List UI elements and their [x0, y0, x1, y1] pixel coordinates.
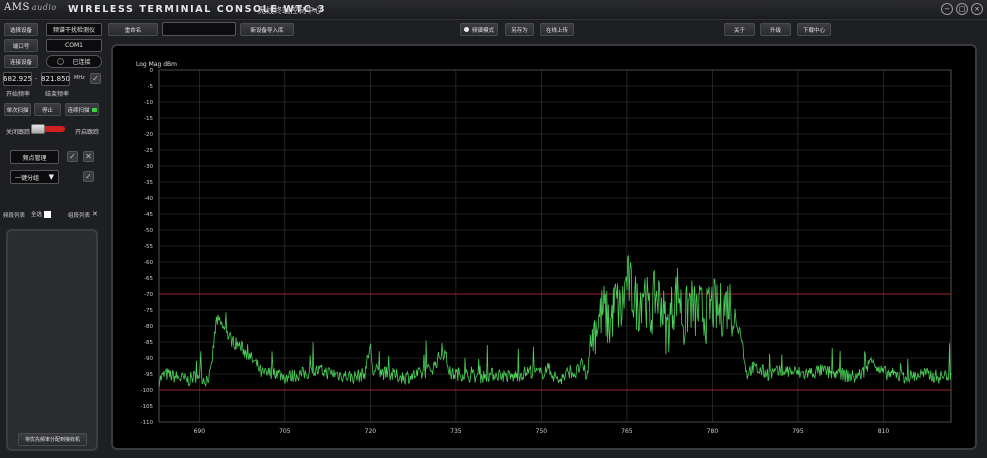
logo-text: AMS — [4, 2, 30, 13]
frequency-unit: MHz — [74, 75, 85, 81]
checkbox-icon[interactable] — [44, 211, 52, 218]
y-tick-label: -10 — [144, 100, 153, 106]
select-all-label: 全选 — [31, 212, 43, 218]
apply-frequency-check-icon[interactable]: ✓ — [90, 73, 101, 84]
x-tick-label: 735 — [450, 428, 462, 435]
frequency-list-label: 频段列表 — [3, 213, 26, 219]
x-tick-label: 795 — [792, 428, 804, 435]
start-frequency-input[interactable]: 682.925 — [3, 72, 32, 86]
y-tick-label: -70 — [144, 292, 153, 298]
y-tick-label: -85 — [144, 340, 153, 346]
y-tick-label: -15 — [144, 116, 153, 122]
y-tick-label: -105 — [141, 404, 154, 410]
x-tick-label: 750 — [536, 428, 548, 435]
spectrum-mode-button[interactable]: 频谱模式 — [460, 23, 498, 36]
y-tick-label: 0 — [150, 68, 154, 74]
y-tick-label: -55 — [144, 244, 153, 250]
scan-active-led-icon — [91, 107, 97, 112]
radio-dot-icon — [463, 27, 469, 32]
frequency-management-button[interactable]: 频点管理 — [10, 150, 59, 164]
cancel-close-icon[interactable]: ✕ — [83, 151, 94, 162]
group-list-label: 组段列表 — [68, 213, 91, 219]
minimize-icon[interactable]: − — [941, 3, 953, 15]
brand-logo: AMS audio — [4, 2, 57, 13]
y-tick-label: -80 — [144, 324, 153, 330]
x-tick-label: 810 — [878, 428, 890, 435]
end-frequency-label: 结束频率 — [45, 91, 70, 98]
clear-list-close-icon[interactable]: ✕ — [92, 210, 98, 218]
port-select[interactable]: COM1 — [46, 39, 102, 52]
y-tick-label: -25 — [144, 148, 153, 154]
y-tick-label: -90 — [144, 356, 153, 362]
y-tick-label: -65 — [144, 276, 153, 282]
x-axis-ticks: 690 705 720 735 750 765 780 795 810 — [194, 428, 890, 435]
connect-device-button[interactable]: 连接设备 — [4, 55, 38, 68]
y-tick-label: -30 — [144, 164, 153, 170]
y-tick-label: -35 — [144, 180, 153, 186]
device-name-field: 频谱干扰检测仪 — [46, 23, 102, 36]
y-tick-label: -100 — [141, 388, 154, 394]
single-scan-button[interactable]: 单次扫描 — [4, 103, 31, 116]
open-trace-label: 开启跟踪 — [75, 129, 100, 136]
window-controls: − □ × — [941, 3, 983, 15]
x-tick-label: 705 — [279, 428, 291, 435]
upgrade-button[interactable]: 升级 — [760, 23, 791, 36]
spectrum-chart[interactable]: 0 -5 -10 -15 -20 -25 -30 -35 -40 -45 -50 -55 -60 -65 -… — [113, 46, 975, 448]
x-tick-label: 765 — [621, 428, 633, 435]
y-tick-label: -75 — [144, 308, 153, 314]
x-tick-label: 690 — [194, 428, 206, 435]
app-subtitle: 无线终端控制中心 — [258, 6, 322, 15]
toggle-knob[interactable] — [31, 124, 45, 134]
y-tick-label: -50 — [144, 228, 153, 234]
select-device-button[interactable]: 选择设备 — [4, 23, 38, 36]
one-key-group-label: 一键分组 — [15, 174, 40, 182]
frequency-dash: - — [35, 75, 38, 82]
one-key-group-select[interactable]: 一键分组 ▼ — [10, 170, 59, 184]
confirm-check-icon[interactable]: ✓ — [67, 151, 78, 162]
about-button[interactable]: 关于 — [724, 23, 755, 36]
title-bar: AMS audio WIRELESS TERMINIAL CONSOLE WTC-… — [0, 0, 987, 20]
continuous-scan-label: 连续扫描 — [67, 107, 90, 114]
download-center-button[interactable]: 下载中心 — [797, 23, 831, 36]
chevron-down-icon: ▼ — [48, 173, 54, 181]
trace-toggle[interactable] — [31, 124, 65, 134]
port-label: 端口号 — [4, 39, 38, 52]
connection-status-label: 已连接 — [72, 59, 91, 66]
import-devices-button[interactable]: 新设备导入库 — [240, 23, 294, 36]
y-axis-ticks: 0 -5 -10 -15 -20 -25 -30 -35 -40 -45 -50 -55 -60 -65 -… — [141, 68, 154, 426]
spectrum-chart-frame: 0 -5 -10 -15 -20 -25 -30 -35 -40 -45 -50 -55 -60 -65 -… — [111, 44, 977, 450]
connection-status: 已连接 — [46, 55, 102, 68]
start-frequency-label: 开始频率 — [6, 91, 31, 98]
assign-frequency-button[interactable]: 将优先频率分配到接收机 — [18, 433, 87, 446]
y-tick-label: -60 — [144, 260, 153, 266]
rename-button[interactable]: 重命名 — [108, 23, 158, 36]
y-tick-label: -95 — [144, 372, 153, 378]
y-tick-label: -20 — [144, 132, 153, 138]
spectrum-mode-label: 频谱模式 — [471, 27, 494, 34]
status-led-icon — [57, 58, 65, 65]
y-tick-label: -45 — [144, 212, 153, 218]
frequency-list-panel[interactable] — [6, 229, 98, 451]
maximize-icon[interactable]: □ — [956, 3, 968, 15]
rename-input[interactable] — [162, 22, 236, 36]
online-upload-button[interactable]: 在线上传 — [540, 23, 574, 36]
y-tick-label: -5 — [148, 84, 154, 90]
chart-grid — [158, 69, 952, 423]
x-tick-label: 720 — [365, 428, 377, 435]
continuous-scan-button[interactable]: 连续扫描 — [65, 103, 99, 116]
logo-subtext: audio — [31, 3, 57, 12]
spectrum-trace — [158, 254, 952, 388]
close-trace-label: 关闭跟踪 — [6, 129, 31, 136]
y-tick-label: -110 — [141, 420, 154, 426]
save-as-button[interactable]: 另存为 — [505, 23, 534, 36]
select-all-checkbox[interactable]: 全选 — [31, 210, 52, 218]
x-tick-label: 780 — [707, 428, 719, 435]
y-tick-label: -40 — [144, 196, 153, 202]
end-frequency-input[interactable]: 821.850 — [41, 72, 70, 86]
close-window-icon[interactable]: × — [971, 3, 983, 15]
trace-group — [158, 254, 952, 388]
y-axis-label: Log Mag dBm — [136, 61, 177, 68]
group-confirm-check-icon[interactable]: ✓ — [83, 171, 94, 182]
stop-button[interactable]: 停止 — [34, 103, 61, 116]
